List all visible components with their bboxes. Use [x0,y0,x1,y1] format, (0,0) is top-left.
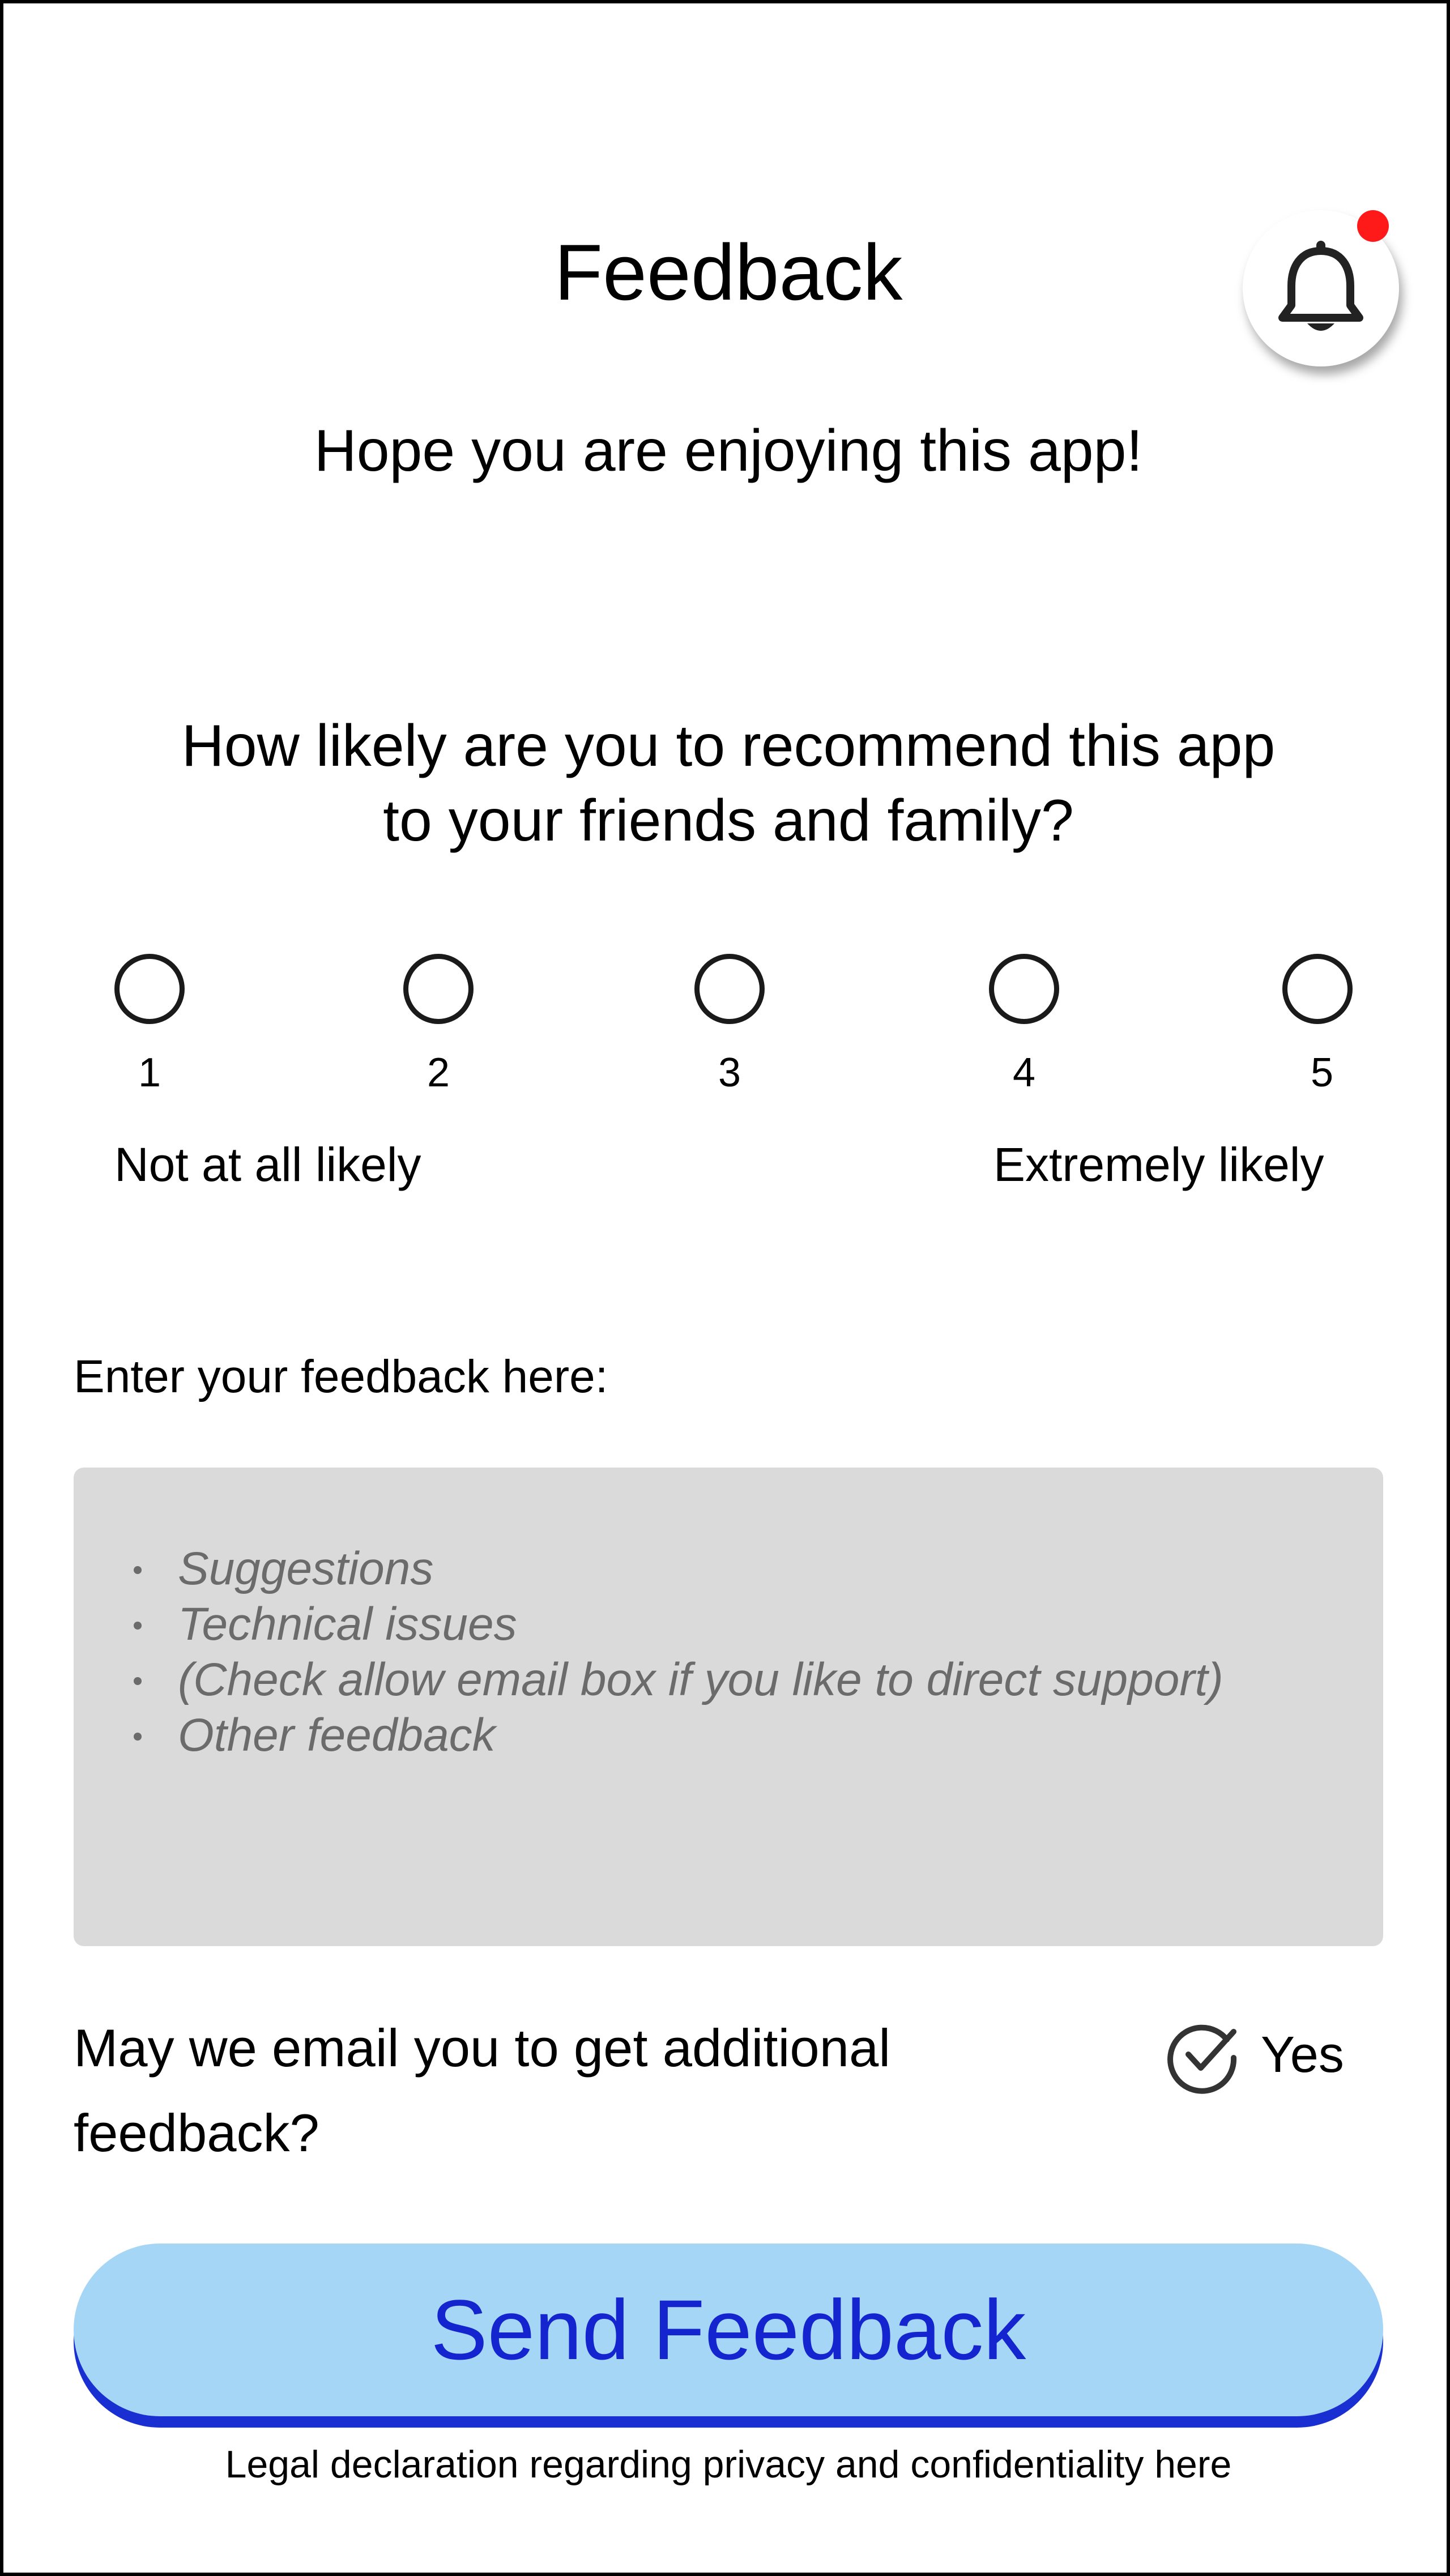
placeholder-item: (Check allow email box if you like to di… [130,1652,1223,1708]
send-feedback-button[interactable]: Send Feedback [74,2244,1383,2416]
recommend-question-line2: to your friends and family? [383,788,1074,854]
subtitle: Hope you are enjoying this app! [314,418,1143,484]
feedback-placeholder-list: Suggestions Technical issues (Check allo… [130,1541,1223,1763]
rating-number-1: 1 [138,1050,161,1095]
recommend-question-line1: How likely are you to recommend this app [181,713,1276,779]
scale-low-label: Not at all likely [114,1138,421,1191]
check-circle-icon [1167,2024,1237,2094]
rating-number-2: 2 [427,1050,450,1095]
notification-badge [1357,210,1389,242]
rating-number-3: 3 [718,1050,741,1095]
email-consent-question: May we email you to get additional feedb… [74,2018,891,2163]
scale-high-label: Extremely likely [993,1138,1324,1191]
bell-icon [1278,240,1363,331]
rating-radio-4[interactable] [989,954,1059,1024]
placeholder-item: Other feedback [130,1708,1223,1763]
recommend-question: How likely are you to recommend this app… [105,709,1351,858]
rating-number-5: 5 [1310,1050,1334,1095]
email-consent-checkbox[interactable] [1163,2017,1240,2094]
rating-number-4: 4 [1012,1050,1036,1095]
page-title: Feedback [554,228,903,317]
rating-radio-3[interactable] [694,954,765,1024]
feedback-label: Enter your feedback here: [74,1351,608,1402]
email-consent-yes-label: Yes [1261,2027,1344,2083]
app-frame: Feedback Hope you are enjoying this app!… [0,0,1450,2576]
rating-radio-2[interactable] [403,954,474,1024]
rating-radio-5[interactable] [1282,954,1353,1024]
rating-radio-1[interactable] [114,954,185,1024]
legal-declaration: Legal declaration regarding privacy and … [225,2443,1232,2486]
placeholder-item: Technical issues [130,1597,1223,1652]
placeholder-item: Suggestions [130,1541,1223,1597]
feedback-textarea[interactable]: Suggestions Technical issues (Check allo… [74,1468,1383,1946]
